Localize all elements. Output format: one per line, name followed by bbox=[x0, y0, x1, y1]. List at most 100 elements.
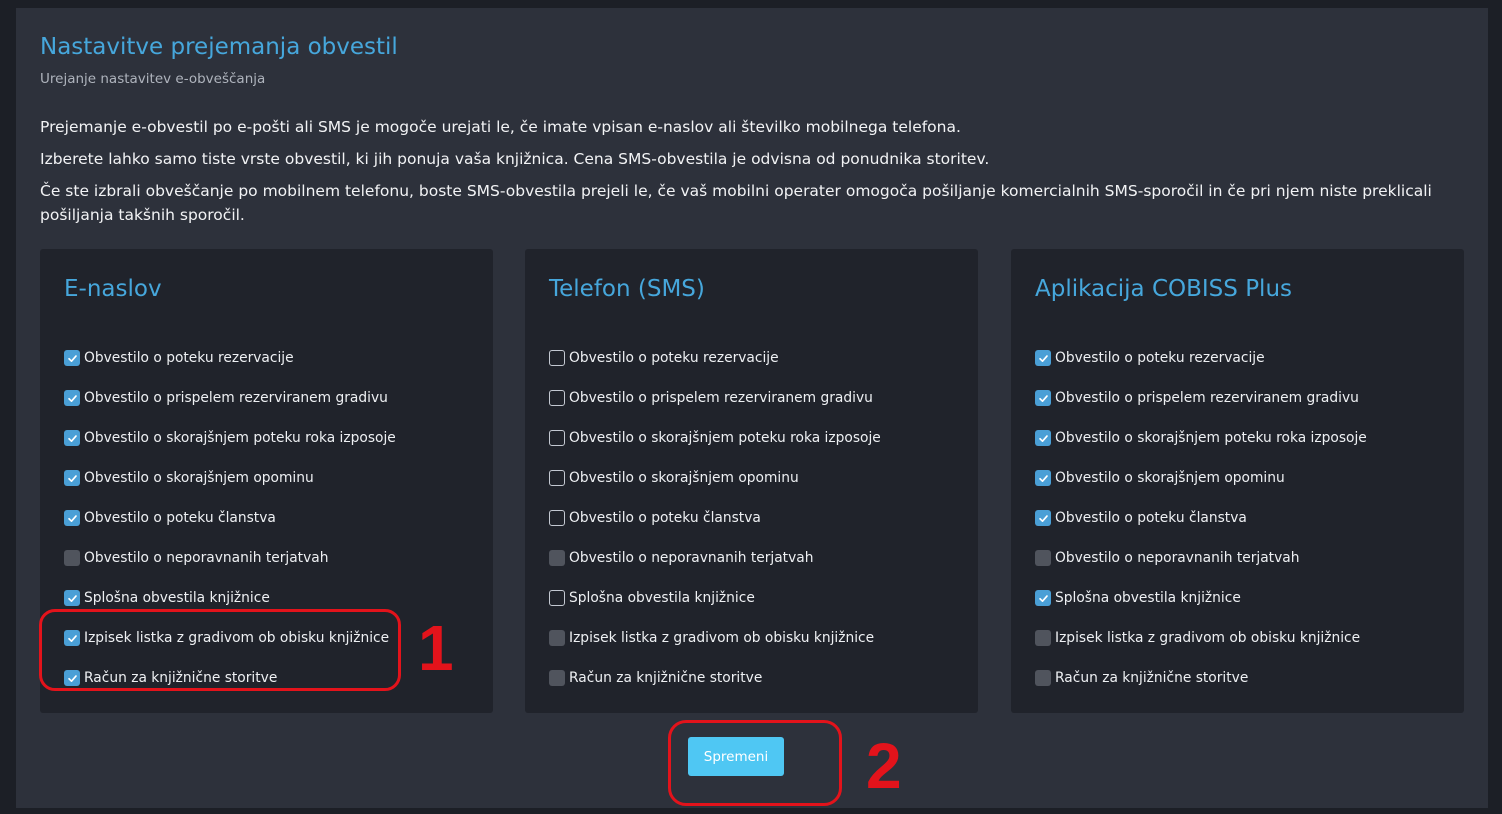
checkbox[interactable] bbox=[64, 390, 80, 406]
notification-option[interactable]: Obvestilo o prispelem rezerviranem gradi… bbox=[64, 388, 388, 408]
option-label: Obvestilo o prispelem rezerviranem gradi… bbox=[84, 390, 388, 406]
intro-paragraph: Izberete lahko samo tiste vrste obvestil… bbox=[40, 150, 990, 168]
option-label: Izpisek listka z gradivom ob obisku knji… bbox=[1055, 630, 1361, 646]
annotation-number-1: 1 bbox=[418, 612, 454, 684]
notification-option[interactable]: Splošna obvestila knjižnice bbox=[1035, 588, 1241, 608]
checkbox[interactable] bbox=[1035, 470, 1051, 486]
checkmark-icon bbox=[67, 513, 78, 524]
annotation-box-2 bbox=[668, 720, 842, 806]
checkmark-icon bbox=[67, 353, 78, 364]
option-label: Račun za knjižnične storitve bbox=[569, 670, 763, 686]
checkbox bbox=[1035, 670, 1051, 686]
checkbox[interactable] bbox=[1035, 590, 1051, 606]
option-label: Obvestilo o skorajšnjem opominu bbox=[569, 470, 799, 486]
notification-option[interactable]: Obvestilo o skorajšnjem poteku roka izpo… bbox=[64, 428, 396, 448]
option-label: Obvestilo o skorajšnjem poteku roka izpo… bbox=[569, 430, 881, 446]
notification-option[interactable]: Obvestilo o poteku članstva bbox=[1035, 508, 1247, 528]
option-label: Obvestilo o neporavnanih terjatvah bbox=[1055, 550, 1300, 566]
option-label: Izpisek listka z gradivom ob obisku knji… bbox=[569, 630, 875, 646]
checkbox[interactable] bbox=[1035, 350, 1051, 366]
card-title: E-naslov bbox=[64, 276, 162, 302]
checkmark-icon bbox=[1038, 593, 1049, 604]
option-label: Obvestilo o prispelem rezerviranem gradi… bbox=[1055, 390, 1359, 406]
checkbox[interactable] bbox=[1035, 390, 1051, 406]
checkmark-icon bbox=[1038, 433, 1049, 444]
intro-text: Prejemanje e-obvestil po e-pošti ali SMS… bbox=[40, 115, 1460, 235]
checkbox[interactable] bbox=[549, 430, 565, 446]
notification-option: Izpisek listka z gradivom ob obisku knji… bbox=[1035, 628, 1360, 648]
checkbox bbox=[64, 550, 80, 566]
annotation-box-1 bbox=[39, 609, 401, 691]
option-label: Obvestilo o poteku članstva bbox=[1055, 510, 1247, 526]
notification-option[interactable]: Obvestilo o poteku članstva bbox=[64, 508, 276, 528]
checkbox[interactable] bbox=[549, 390, 565, 406]
checkbox[interactable] bbox=[549, 350, 565, 366]
intro-paragraph: Če ste izbrali obveščanje po mobilnem te… bbox=[40, 182, 1432, 224]
card-sms: Telefon (SMS) Obvestilo o poteku rezerva… bbox=[525, 249, 978, 713]
checkbox[interactable] bbox=[64, 350, 80, 366]
option-label: Obvestilo o neporavnanih terjatvah bbox=[569, 550, 814, 566]
checkbox bbox=[1035, 550, 1051, 566]
option-label: Obvestilo o skorajšnjem opominu bbox=[1055, 470, 1285, 486]
checkmark-icon bbox=[67, 593, 78, 604]
notification-option[interactable]: Splošna obvestila knjižnice bbox=[64, 588, 270, 608]
option-label: Obvestilo o prispelem rezerviranem gradi… bbox=[569, 390, 873, 406]
notification-option[interactable]: Obvestilo o poteku rezervacije bbox=[64, 348, 294, 368]
checkmark-icon bbox=[67, 433, 78, 444]
option-label: Obvestilo o poteku članstva bbox=[84, 510, 276, 526]
annotation-number-2: 2 bbox=[866, 730, 902, 802]
option-label: Obvestilo o poteku rezervacije bbox=[1055, 350, 1265, 366]
page-subtitle: Urejanje nastavitev e-obveščanja bbox=[40, 71, 266, 87]
notification-option[interactable]: Obvestilo o skorajšnjem opominu bbox=[64, 468, 314, 488]
option-label: Obvestilo o neporavnanih terjatvah bbox=[84, 550, 329, 566]
checkbox bbox=[549, 550, 565, 566]
notification-option: Obvestilo o neporavnanih terjatvah bbox=[1035, 548, 1299, 568]
notification-option: Račun za knjižnične storitve bbox=[549, 668, 762, 688]
checkbox bbox=[549, 670, 565, 686]
notification-option: Obvestilo o neporavnanih terjatvah bbox=[64, 548, 328, 568]
notification-option[interactable]: Obvestilo o skorajšnjem opominu bbox=[549, 468, 799, 488]
card-title: Telefon (SMS) bbox=[549, 276, 705, 302]
checkbox[interactable] bbox=[64, 510, 80, 526]
checkmark-icon bbox=[67, 473, 78, 484]
checkbox[interactable] bbox=[549, 510, 565, 526]
checkmark-icon bbox=[1038, 353, 1049, 364]
checkbox[interactable] bbox=[549, 590, 565, 606]
option-label: Obvestilo o skorajšnjem opominu bbox=[84, 470, 314, 486]
checkbox bbox=[549, 630, 565, 646]
checkbox[interactable] bbox=[1035, 510, 1051, 526]
checkbox[interactable] bbox=[549, 470, 565, 486]
card-title: Aplikacija COBISS Plus bbox=[1035, 276, 1293, 302]
notification-option[interactable]: Obvestilo o prispelem rezerviranem gradi… bbox=[549, 388, 873, 408]
checkbox[interactable] bbox=[1035, 430, 1051, 446]
page-title: Nastavitve prejemanja obvestil bbox=[40, 34, 398, 60]
notification-option[interactable]: Obvestilo o skorajšnjem poteku roka izpo… bbox=[549, 428, 881, 448]
option-label: Račun za knjižnične storitve bbox=[1055, 670, 1249, 686]
checkbox[interactable] bbox=[64, 590, 80, 606]
option-label: Obvestilo o poteku rezervacije bbox=[569, 350, 779, 366]
checkbox[interactable] bbox=[64, 430, 80, 446]
notification-option[interactable]: Obvestilo o prispelem rezerviranem gradi… bbox=[1035, 388, 1359, 408]
notification-option[interactable]: Obvestilo o skorajšnjem opominu bbox=[1035, 468, 1285, 488]
option-label: Splošna obvestila knjižnice bbox=[84, 590, 270, 606]
notification-option[interactable]: Obvestilo o skorajšnjem poteku roka izpo… bbox=[1035, 428, 1367, 448]
intro-paragraph: Prejemanje e-obvestil po e-pošti ali SMS… bbox=[40, 118, 961, 136]
card-cobiss-app: Aplikacija COBISS Plus Obvestilo o potek… bbox=[1011, 249, 1464, 713]
checkbox[interactable] bbox=[64, 470, 80, 486]
notification-option[interactable]: Obvestilo o poteku članstva bbox=[549, 508, 761, 528]
notification-option: Račun za knjižnične storitve bbox=[1035, 668, 1248, 688]
notification-option[interactable]: Obvestilo o poteku rezervacije bbox=[1035, 348, 1265, 368]
option-label: Obvestilo o skorajšnjem poteku roka izpo… bbox=[84, 430, 396, 446]
checkmark-icon bbox=[1038, 473, 1049, 484]
option-label: Obvestilo o poteku članstva bbox=[569, 510, 761, 526]
notification-option[interactable]: Obvestilo o poteku rezervacije bbox=[549, 348, 779, 368]
checkmark-icon bbox=[1038, 393, 1049, 404]
checkmark-icon bbox=[1038, 513, 1049, 524]
option-label: Obvestilo o skorajšnjem poteku roka izpo… bbox=[1055, 430, 1367, 446]
option-label: Splošna obvestila knjižnice bbox=[1055, 590, 1241, 606]
notification-option: Izpisek listka z gradivom ob obisku knji… bbox=[549, 628, 874, 648]
notification-option: Obvestilo o neporavnanih terjatvah bbox=[549, 548, 813, 568]
notification-option[interactable]: Splošna obvestila knjižnice bbox=[549, 588, 755, 608]
option-label: Obvestilo o poteku rezervacije bbox=[84, 350, 294, 366]
checkbox bbox=[1035, 630, 1051, 646]
